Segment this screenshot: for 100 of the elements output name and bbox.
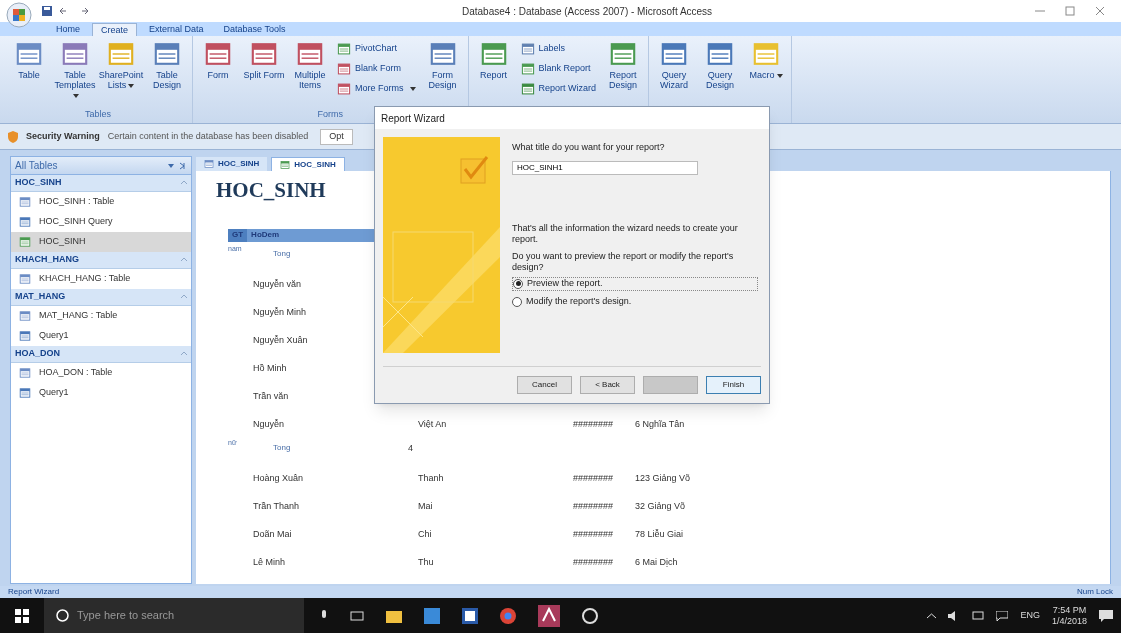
nav-item[interactable]: KHACH_HANG : Table xyxy=(11,269,191,289)
app-icon[interactable] xyxy=(582,607,598,624)
report-title-field[interactable]: HOC_SINH1 xyxy=(512,160,698,175)
chevron-icon xyxy=(181,351,187,357)
folder-icon[interactable] xyxy=(386,608,402,623)
ribbon-button[interactable]: Macro xyxy=(745,40,788,108)
table-cell: Trần văn xyxy=(253,390,289,401)
table-cell: Lê Minh xyxy=(253,556,286,567)
column-header: GT xyxy=(228,228,248,242)
collapse-icon[interactable] xyxy=(167,161,187,170)
nav-item[interactable]: Query1 xyxy=(11,326,191,346)
table-cell: Trần Thanh xyxy=(253,500,300,511)
table-cell: 32 Giảng Võ xyxy=(635,500,686,511)
group-label: Tables xyxy=(85,107,111,121)
ribbon-button[interactable]: Form Design xyxy=(421,40,464,108)
group-header[interactable]: KHACH_HANG xyxy=(11,252,191,269)
ribbon-tab[interactable]: External Data xyxy=(141,23,212,36)
group-header[interactable]: HOC_SINH xyxy=(11,175,191,192)
shield-icon xyxy=(8,130,18,143)
windows-logo-icon[interactable] xyxy=(15,608,29,623)
ribbon-button[interactable]: Split Form xyxy=(243,40,285,108)
caret-icon xyxy=(128,83,135,88)
ribbon-button[interactable]: Blank Form xyxy=(335,60,418,78)
table-cell: Chi xyxy=(418,528,432,539)
report-icon xyxy=(520,62,535,76)
table-cell: Hoàng Xuân xyxy=(253,472,304,483)
table-cell: Hồ Minh xyxy=(253,362,287,373)
ribbon-button[interactable]: PivotChart xyxy=(335,40,418,58)
ribbon-button[interactable]: Report Wizard xyxy=(518,80,599,98)
ribbon-button[interactable]: SharePoint Lists xyxy=(100,40,142,108)
caret-icon xyxy=(73,93,79,98)
nav-item[interactable]: Query1 xyxy=(11,383,191,403)
table-cell: Doãn Mai xyxy=(253,528,292,539)
document-tab[interactable]: HOC_SINH xyxy=(271,157,345,171)
ribbon-tab[interactable]: Create xyxy=(92,23,138,36)
report-title: HOC_SINH xyxy=(216,177,326,204)
table-cell: 6 Nghĩa Tân xyxy=(635,418,685,429)
form-icon xyxy=(204,40,232,68)
ribbon-tab[interactable]: Home xyxy=(48,23,88,36)
dialog-button[interactable]: < Back xyxy=(580,376,635,394)
table-icon xyxy=(61,40,89,68)
report-icon xyxy=(479,40,508,68)
num-lock-indicator: Num Lock xyxy=(1077,586,1113,598)
ribbon-button[interactable]: Form xyxy=(197,40,239,108)
ribbon-tab[interactable]: Database Tools xyxy=(215,23,294,36)
info-text: That's all the information the wizard needs to create your report. xyxy=(512,222,739,245)
total-value: 4 xyxy=(408,441,413,455)
ribbon-button[interactable]: Blank Report xyxy=(518,60,599,78)
nav-item[interactable]: HOC_SINH xyxy=(11,232,191,252)
query-icon xyxy=(706,40,735,68)
table-cell: Nguyễn văn xyxy=(253,278,302,289)
form-icon xyxy=(337,62,351,76)
dialog-button[interactable]: Finish xyxy=(706,376,761,394)
document-tab[interactable]: HOC_SINH xyxy=(196,157,268,171)
table-icon xyxy=(19,310,31,322)
group-header[interactable]: MAT_HANG xyxy=(11,289,191,306)
caret-icon xyxy=(409,87,416,91)
table-icon xyxy=(204,159,214,169)
nav-item[interactable]: HOC_SINH Query xyxy=(11,212,191,232)
dialog-button[interactable]: Cancel xyxy=(517,376,572,394)
radio-option[interactable]: Preview the report. xyxy=(512,276,758,291)
table-icon xyxy=(19,367,31,379)
ribbon-button[interactable]: Table Templates xyxy=(54,40,96,108)
app-icon[interactable] xyxy=(462,607,478,624)
question-text: What title do you want for your report? xyxy=(512,141,666,154)
table-cell: 6 Mai Dịch xyxy=(635,556,678,567)
group-header[interactable]: HOA_DON xyxy=(11,346,191,363)
radio-option[interactable]: Modify the report's design. xyxy=(512,294,761,309)
table-cell: Việt An xyxy=(418,418,447,429)
clock-time: 7:54 PM xyxy=(1052,604,1087,616)
ribbon-button[interactable]: Multiple Items xyxy=(289,40,331,108)
form-icon xyxy=(337,82,351,96)
query-icon xyxy=(19,330,31,342)
form-icon xyxy=(250,40,278,68)
network-icon[interactable] xyxy=(972,610,985,621)
close-icon[interactable] xyxy=(1095,6,1105,16)
chevron-up-icon[interactable] xyxy=(927,612,937,619)
notification-icon[interactable] xyxy=(1099,609,1113,622)
chat-icon[interactable] xyxy=(996,610,1009,621)
ribbon-button[interactable]: More Forms xyxy=(335,80,418,98)
table-icon xyxy=(15,40,43,68)
table-cell: ######## xyxy=(573,472,614,483)
total-label: Tong xyxy=(272,247,292,260)
search-icon xyxy=(56,609,69,622)
save-icon[interactable] xyxy=(42,6,52,16)
nav-item[interactable]: MAT_HANG : Table xyxy=(11,306,191,326)
nav-item[interactable]: HOA_DON : Table xyxy=(11,363,191,383)
nav-item[interactable]: HOC_SINH : Table xyxy=(11,192,191,212)
table-cell: ######## xyxy=(573,500,614,511)
total-label: Tong xyxy=(272,441,292,454)
status-text: Report Wizard xyxy=(8,586,60,598)
ribbon-button[interactable]: Table Design xyxy=(146,40,188,108)
task-view-icon[interactable] xyxy=(350,609,364,622)
clock-date: 1/4/2018 xyxy=(1051,615,1087,627)
language-indicator[interactable]: ENG xyxy=(1020,608,1040,623)
table-cell: Nguyễn Xuân xyxy=(253,334,308,345)
ribbon-button[interactable]: Table xyxy=(8,40,50,108)
options-button[interactable]: Opt xyxy=(320,128,353,145)
taskbar-search-field[interactable]: Type here to search xyxy=(44,598,304,633)
ribbon-button[interactable]: Labels xyxy=(518,40,599,58)
